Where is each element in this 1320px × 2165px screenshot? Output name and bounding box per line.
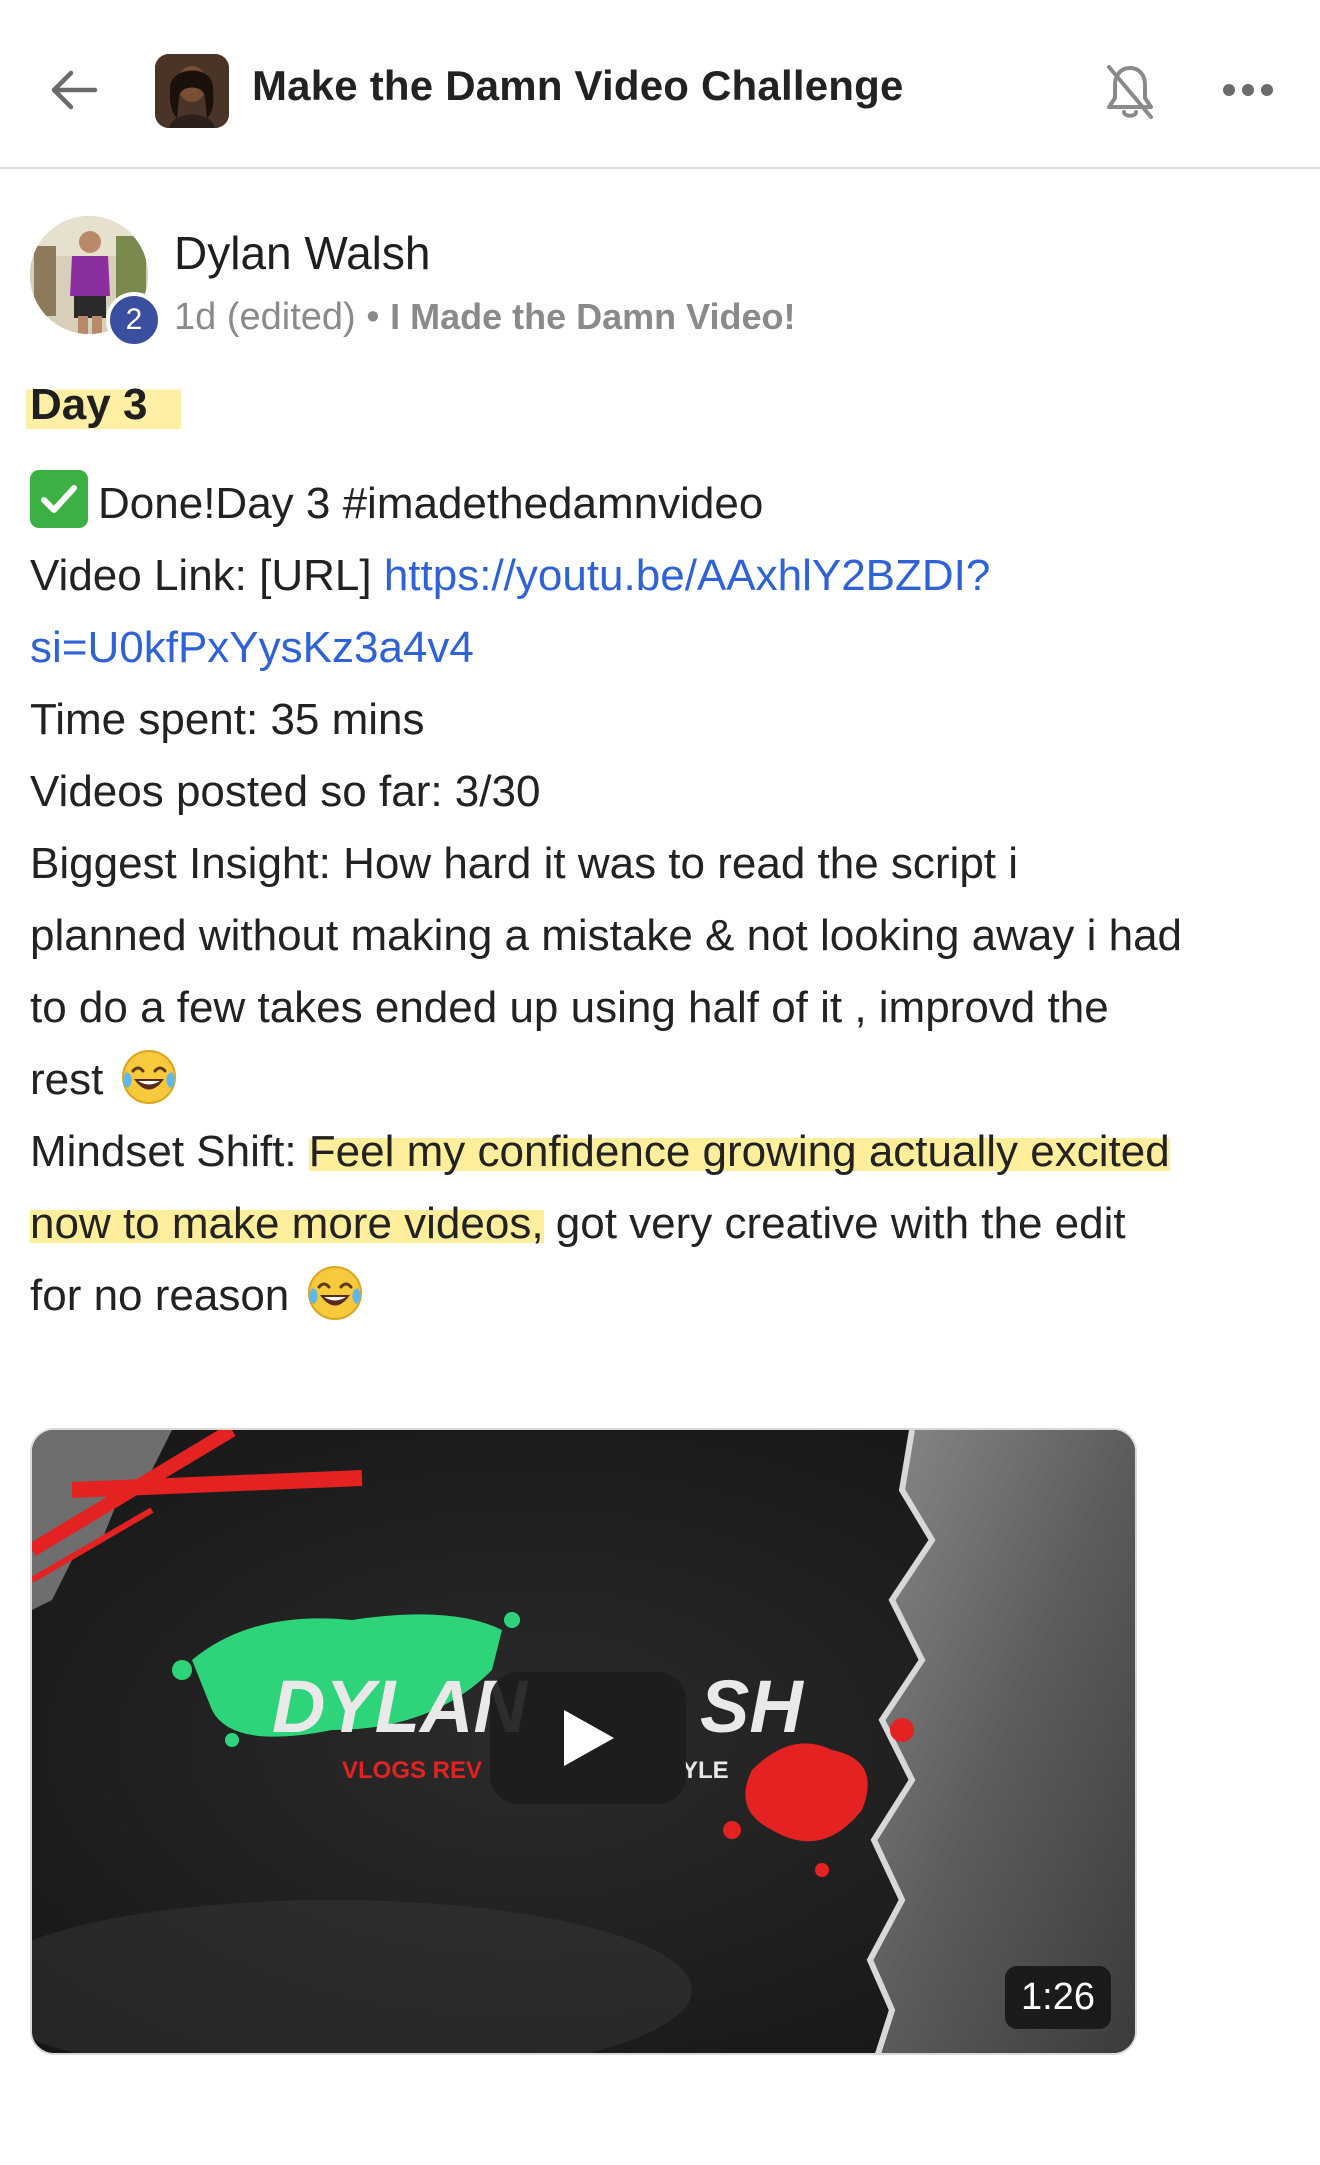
thumbnail-subtitle-right: YLE — [682, 1757, 729, 1784]
highlighted-text: now to make more videos, — [30, 1199, 544, 1248]
body-line: for no reason — [30, 1260, 1300, 1332]
insight-line: Biggest Insight: How hard it was to read… — [30, 839, 1019, 888]
post-title: Day 3 — [26, 380, 182, 433]
insight-line: to do a few takes ended up using half of… — [30, 983, 1109, 1032]
video-link-label: Video Link: [URL] — [30, 551, 384, 600]
notifications-button[interactable] — [1095, 54, 1165, 130]
mindset-label: Mindset Shift: — [30, 1127, 309, 1176]
post-category[interactable]: I Made the Damn Video! — [390, 296, 795, 337]
meta-separator: • — [366, 296, 380, 338]
body-line: Video Link: [URL] https://youtu.be/AAxhl… — [30, 540, 1300, 612]
laughing-tears-emoji-icon — [121, 1050, 176, 1104]
video-embed[interactable]: DYLAN SH VLOGS REV YLE 1:26 — [30, 1428, 1137, 2055]
laughing-tears-emoji-icon — [307, 1266, 362, 1320]
top-bar: Make the Damn Video Challenge — [0, 0, 1320, 169]
body-line-1: Done!Day 3 #imadethedamnvideo — [98, 479, 764, 528]
body-line: Mindset Shift: Feel my confidence growin… — [30, 1116, 1300, 1188]
post-title-wrap: Day 3 — [26, 380, 182, 433]
play-icon — [564, 1710, 614, 1766]
group-title[interactable]: Make the Damn Video Challenge — [252, 62, 904, 110]
group-avatar[interactable] — [155, 54, 229, 128]
video-link-continued[interactable]: si=U0kfPxYysKz3a4v4 — [30, 623, 474, 672]
highlighted-text: Feel my confidence growing actually exci… — [308, 1127, 1170, 1176]
video-duration: 1:26 — [1005, 1966, 1111, 2029]
video-link[interactable]: https://youtu.be/AAxhlY2BZDI? — [384, 551, 991, 600]
post-meta: 1d (edited) • I Made the Damn Video! — [174, 296, 796, 339]
mindset-rest: got very creative with the edit — [543, 1199, 1126, 1248]
more-horizontal-icon — [1223, 84, 1273, 96]
check-mark-icon — [30, 470, 88, 528]
thumbnail-subtitle-left: VLOGS REV — [342, 1757, 482, 1784]
post-time: 1d (edited) — [174, 296, 356, 338]
author-avatar[interactable]: 2 — [30, 216, 162, 348]
author-name[interactable]: Dylan Walsh — [174, 226, 430, 280]
back-button[interactable] — [38, 55, 108, 125]
insight-line: planned without making a mistake & not l… — [30, 911, 1183, 960]
bell-off-icon — [1107, 65, 1153, 119]
arrow-left-icon — [51, 70, 98, 110]
mindset-end: for no reason — [30, 1271, 290, 1320]
play-button[interactable] — [490, 1672, 686, 1804]
more-options-button[interactable] — [1210, 60, 1286, 120]
time-spent: Time spent: 35 mins — [30, 695, 425, 744]
body-line: Done!Day 3 #imadethedamnvideo — [30, 468, 1300, 540]
insight-line-end: rest — [30, 1055, 104, 1104]
body-line: si=U0kfPxYysKz3a4v4 — [30, 612, 1300, 684]
videos-posted: Videos posted so far: 3/30 — [30, 767, 541, 816]
body-line: rest — [30, 1044, 1300, 1116]
thumbnail-title-right: SH — [700, 1665, 804, 1748]
level-badge: 2 — [106, 292, 162, 348]
post-body: Done!Day 3 #imadethedamnvideo Video Link… — [30, 468, 1300, 1332]
body-line: now to make more videos, got very creati… — [30, 1188, 1300, 1260]
